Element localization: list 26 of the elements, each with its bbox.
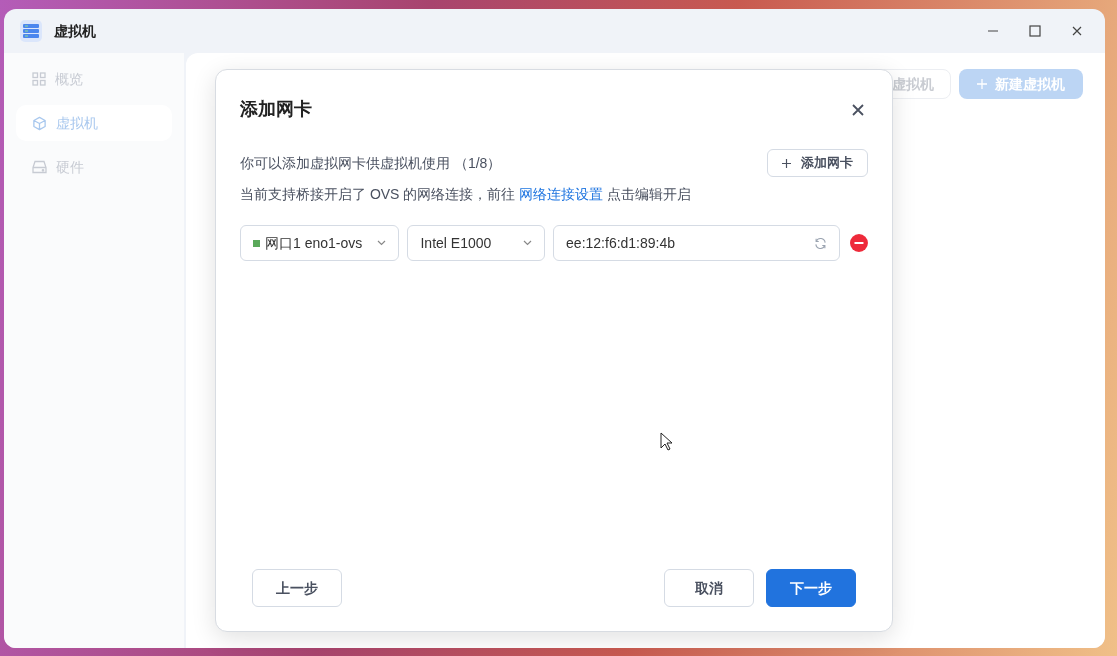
next-button[interactable]: 下一步: [766, 569, 856, 607]
remove-icon[interactable]: [850, 234, 868, 252]
plus-icon: [977, 79, 987, 89]
info-text: 你可以添加虚拟网卡供虚拟机使用 （1/8）: [240, 153, 502, 173]
close-icon[interactable]: [1071, 25, 1083, 37]
interface-select[interactable]: 网口1 eno1-ovs: [240, 225, 400, 261]
app-icon: [20, 20, 42, 42]
note-text: 当前支持桥接开启了 OVS 的网络连接，前往 网络连接设置 点击编辑开启: [239, 185, 693, 204]
plus-icon: [782, 158, 791, 168]
chevron-down-icon: [377, 240, 387, 246]
add-nic-button[interactable]: 添加网卡: [767, 149, 868, 177]
close-icon[interactable]: [852, 103, 864, 116]
maximize-icon[interactable]: [1029, 25, 1041, 37]
mouse-cursor-icon: [660, 432, 673, 451]
network-settings-link[interactable]: 网络连接设置: [519, 186, 604, 202]
model-select[interactable]: Intel E1000: [407, 225, 546, 261]
mac-field[interactable]: ee:12:f6:d1:89:4b: [553, 225, 841, 261]
cancel-button[interactable]: 取消: [664, 569, 754, 607]
chevron-down-icon: [523, 240, 533, 246]
grid-icon: [32, 72, 46, 86]
cube-icon: [32, 115, 47, 131]
drive-icon: [32, 160, 47, 174]
window-title: 虚拟机: [54, 21, 96, 41]
previous-button[interactable]: 上一步: [252, 569, 342, 607]
refresh-icon[interactable]: [814, 236, 828, 250]
dialog-title: 添加网卡: [240, 98, 312, 121]
